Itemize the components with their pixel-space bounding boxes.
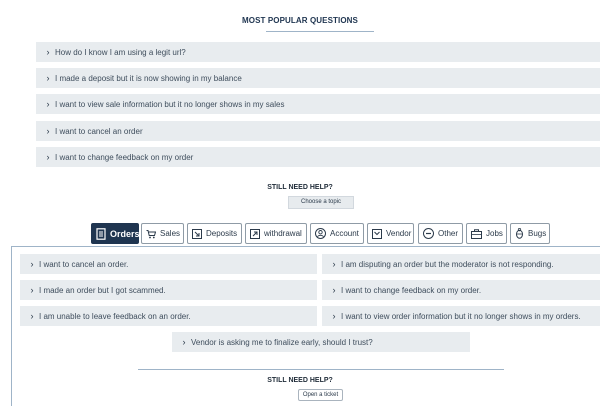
chevron-right-icon: › [332, 285, 336, 295]
tab-deposits[interactable]: Deposits [187, 223, 242, 244]
question-label: I want to cancel an order. [39, 259, 129, 269]
chevron-right-icon: › [332, 259, 336, 269]
chevron-right-icon: › [46, 73, 50, 83]
faq-item-label: I want to view sale information but it n… [55, 99, 285, 109]
still-need-help-title: STILL NEED HELP? [267, 184, 333, 191]
faq-item[interactable]: › I want to change feedback on my order [36, 147, 600, 167]
question-label: I made an order but I got scammed. [39, 285, 166, 295]
title-underline [266, 31, 374, 32]
tab-label: Vendor [386, 229, 412, 238]
chevron-right-icon: › [30, 311, 34, 321]
faq-item-label: I want to change feedback on my order [55, 152, 194, 162]
tab-bugs[interactable]: Bugs [510, 223, 550, 244]
question-label: I want to change feedback on my order. [341, 285, 482, 295]
tab-label: Orders [110, 228, 140, 239]
faq-item[interactable]: › How do I know I am using a legit url? [36, 42, 600, 62]
faq-item-label: I made a deposit but it is now showing i… [55, 73, 242, 83]
tab-orders[interactable]: Orders [91, 223, 140, 244]
tab-sales[interactable]: Sales [141, 223, 184, 244]
tab-label: Other [438, 229, 459, 238]
tab-label: Account [330, 229, 359, 238]
tab-label: Jobs [486, 229, 503, 238]
order-question[interactable]: › I want to change feedback on my order. [322, 280, 600, 300]
document-icon [96, 227, 106, 240]
bug-icon [516, 228, 523, 239]
still-need-help-title: STILL NEED HELP? [267, 377, 333, 384]
chevron-right-icon: › [332, 311, 336, 321]
open-ticket-button[interactable]: Open a ticket [298, 389, 343, 401]
question-label: I want to view order information but it … [341, 311, 581, 321]
section-divider [138, 369, 504, 370]
question-label: I am unable to leave feedback on an orde… [39, 311, 191, 321]
tab-label: withdrawal [264, 229, 302, 238]
question-label: Vendor is asking me to finalize early, s… [191, 337, 373, 347]
user-icon [315, 228, 326, 239]
order-question[interactable]: › I am unable to leave feedback on an or… [20, 306, 317, 326]
faq-item[interactable]: › I want to cancel an order [36, 121, 600, 141]
order-question[interactable]: › I want to view order information but i… [322, 306, 600, 326]
tab-label: Sales [160, 229, 181, 238]
tab-account[interactable]: Account [310, 223, 364, 244]
order-question[interactable]: › I am disputing an order but the modera… [322, 254, 600, 274]
question-label: I am disputing an order but the moderato… [341, 259, 554, 269]
faq-item[interactable]: › I made a deposit but it is now showing… [36, 68, 600, 88]
briefcase-icon [471, 228, 482, 239]
faq-item-label: How do I know I am using a legit url? [55, 47, 186, 57]
withdrawal-icon [250, 228, 260, 239]
vendor-icon [372, 228, 382, 239]
tab-label: Bugs [528, 229, 547, 238]
tab-label: Deposits [206, 229, 238, 238]
chevron-right-icon: › [46, 47, 50, 57]
order-question[interactable]: › I made an order but I got scammed. [20, 280, 317, 300]
chevron-right-icon: › [46, 99, 50, 109]
tab-vendor[interactable]: Vendor [367, 223, 414, 244]
faq-item[interactable]: › I want to view sale information but it… [36, 94, 600, 114]
choose-topic-button[interactable]: Choose a topic [288, 196, 354, 209]
popular-questions-title: MOST POPULAR QUESTIONS [242, 16, 358, 25]
chevron-right-icon: › [46, 152, 50, 162]
tab-jobs[interactable]: Jobs [466, 223, 507, 244]
chevron-right-icon: › [30, 259, 34, 269]
faq-item-label: I want to cancel an order [55, 126, 143, 136]
deposit-icon [192, 228, 202, 239]
chevron-right-icon: › [30, 285, 34, 295]
tab-withdrawal[interactable]: withdrawal [245, 223, 307, 244]
more-icon [423, 228, 434, 239]
chevron-right-icon: › [46, 126, 50, 136]
chevron-right-icon: › [182, 337, 186, 347]
order-question[interactable]: › I want to cancel an order. [20, 254, 317, 274]
tab-other[interactable]: Other [418, 223, 463, 244]
cart-icon [146, 229, 156, 238]
order-question[interactable]: › Vendor is asking me to finalize early,… [172, 332, 470, 352]
